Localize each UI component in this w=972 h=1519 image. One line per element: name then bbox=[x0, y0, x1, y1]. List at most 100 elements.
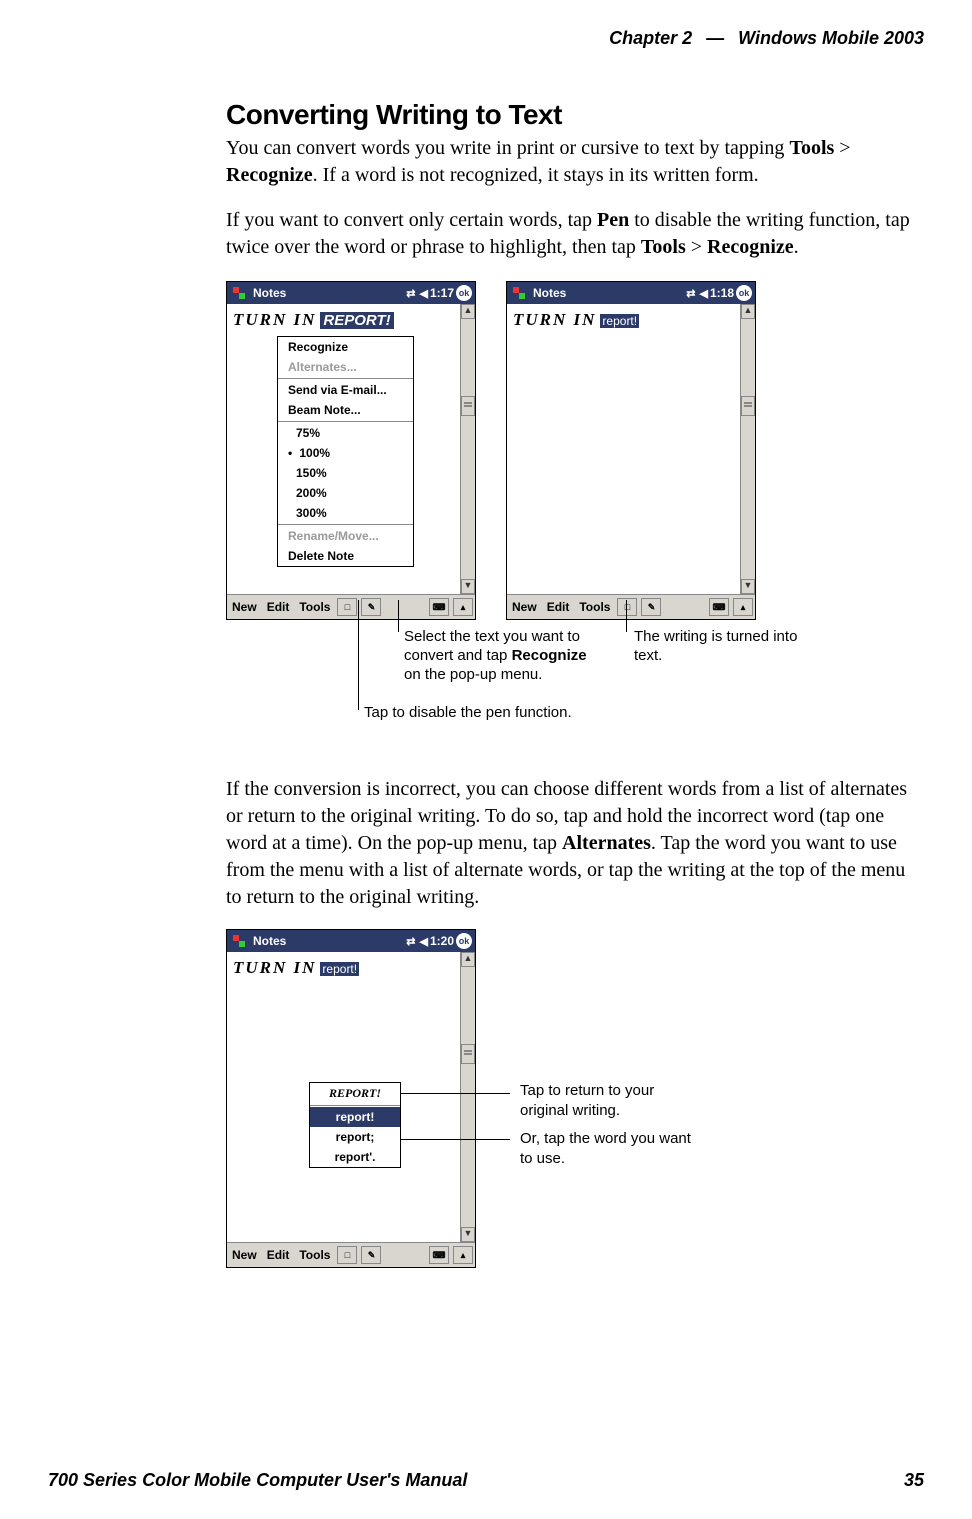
titlebar: Notes ⇄ ◀ 1:20 ok bbox=[227, 930, 475, 952]
connectivity-icon[interactable]: ⇄ bbox=[686, 287, 695, 300]
scroll-down-icon[interactable]: ▼ bbox=[461, 1227, 475, 1242]
ok-button[interactable]: ok bbox=[456, 285, 472, 301]
speaker-icon[interactable]: ◀ bbox=[420, 287, 428, 300]
menu-zoom-300[interactable]: 300% bbox=[278, 503, 413, 523]
menu-alternates: Alternates... bbox=[278, 357, 413, 377]
pen-icon[interactable]: ✎ bbox=[361, 1246, 381, 1264]
menu-tools[interactable]: Tools bbox=[574, 600, 615, 614]
callout-line bbox=[626, 600, 627, 632]
paragraph-3: If the conversion is incorrect, you can … bbox=[226, 776, 924, 911]
scroll-thumb[interactable] bbox=[461, 396, 475, 416]
keyboard-icon[interactable]: ⌨ bbox=[709, 598, 729, 616]
record-icon[interactable]: □ bbox=[617, 598, 637, 616]
start-icon[interactable] bbox=[231, 933, 249, 949]
menu-zoom-200[interactable]: 200% bbox=[278, 483, 413, 503]
mdash: — bbox=[706, 28, 724, 49]
paragraph-1: You can convert words you write in print… bbox=[226, 135, 924, 189]
chapter-label: Chapter 2 bbox=[609, 28, 692, 49]
note-canvas[interactable]: TURN IN REPORT! Recognize Alternates... … bbox=[227, 304, 475, 594]
converted-text[interactable]: report! bbox=[320, 962, 359, 976]
callout-line bbox=[358, 600, 359, 710]
pen-icon[interactable]: ✎ bbox=[361, 598, 381, 616]
menu-delete-note[interactable]: Delete Note bbox=[278, 546, 413, 566]
device-screenshot-2: Notes ⇄ ◀ 1:18 ok TURN IN report! ▲ ▼ bbox=[506, 281, 756, 620]
alt-option-1[interactable]: report! bbox=[310, 1107, 400, 1127]
device-screenshot-1: Notes ⇄ ◀ 1:17 ok TURN IN REPORT! Recogn… bbox=[226, 281, 476, 620]
start-icon[interactable] bbox=[231, 285, 249, 301]
scrollbar[interactable]: ▲ ▼ bbox=[460, 304, 475, 594]
menu-tools[interactable]: Tools bbox=[294, 1248, 335, 1262]
start-icon[interactable] bbox=[511, 285, 529, 301]
page-footer: 700 Series Color Mobile Computer User's … bbox=[48, 1470, 924, 1491]
scroll-up-icon[interactable]: ▲ bbox=[461, 952, 475, 967]
handwriting-text: TURN IN bbox=[233, 310, 316, 329]
scroll-up-icon[interactable]: ▲ bbox=[461, 304, 475, 319]
running-header: Chapter 2 — Windows Mobile 2003 bbox=[48, 28, 924, 49]
note-canvas[interactable]: TURN IN report! ▲ ▼ bbox=[507, 304, 755, 594]
keyboard-icon[interactable]: ⌨ bbox=[429, 598, 449, 616]
converted-text[interactable]: report! bbox=[600, 314, 639, 328]
menu-beam-note[interactable]: Beam Note... bbox=[278, 400, 413, 420]
scroll-thumb[interactable] bbox=[741, 396, 755, 416]
menu-new[interactable]: New bbox=[227, 600, 262, 614]
callout-line bbox=[400, 1093, 510, 1094]
callout-turned-into-text: The writing is turned into text. bbox=[634, 628, 809, 666]
page-number: 35 bbox=[904, 1470, 924, 1491]
menu-edit[interactable]: Edit bbox=[262, 600, 295, 614]
alt-option-2[interactable]: report; bbox=[310, 1127, 400, 1147]
record-icon[interactable]: □ bbox=[337, 598, 357, 616]
ok-button[interactable]: ok bbox=[736, 285, 752, 301]
callout-return-original: Tap to return to your original writing. bbox=[520, 1081, 700, 1120]
callout-line bbox=[400, 1139, 510, 1140]
menu-send-email[interactable]: Send via E-mail... bbox=[278, 380, 413, 400]
alt-option-3[interactable]: report'. bbox=[310, 1147, 400, 1167]
menu-edit[interactable]: Edit bbox=[262, 1248, 295, 1262]
menu-zoom-75[interactable]: 75% bbox=[278, 423, 413, 443]
alt-original[interactable]: REPORT! bbox=[310, 1083, 400, 1104]
menu-recognize[interactable]: Recognize bbox=[278, 337, 413, 357]
command-bar: New Edit Tools □ ✎ ⌨ ▴ bbox=[507, 594, 755, 619]
note-canvas[interactable]: TURN IN report! REPORT! report! report; … bbox=[227, 952, 475, 1242]
scroll-up-icon[interactable]: ▲ bbox=[741, 304, 755, 319]
scroll-thumb[interactable] bbox=[461, 1044, 475, 1064]
clock: 1:17 bbox=[430, 286, 454, 300]
handwriting-text: TURN IN bbox=[233, 958, 316, 977]
device-screenshot-3: Notes ⇄ ◀ 1:20 ok TURN IN report! REPORT… bbox=[226, 929, 476, 1268]
callout-tap-word: Or, tap the word you want to use. bbox=[520, 1129, 700, 1168]
speaker-icon[interactable]: ◀ bbox=[700, 287, 708, 300]
alternates-menu: REPORT! report! report; report'. bbox=[309, 1082, 401, 1168]
pen-icon[interactable]: ✎ bbox=[641, 598, 661, 616]
app-title: Notes bbox=[253, 286, 286, 300]
menu-rename-move: Rename/Move... bbox=[278, 526, 413, 546]
sip-up-icon[interactable]: ▴ bbox=[733, 598, 753, 616]
section-title: Converting Writing to Text bbox=[226, 99, 924, 131]
scroll-down-icon[interactable]: ▼ bbox=[741, 579, 755, 594]
menu-zoom-150[interactable]: 150% bbox=[278, 463, 413, 483]
scroll-down-icon[interactable]: ▼ bbox=[461, 579, 475, 594]
ok-button[interactable]: ok bbox=[456, 933, 472, 949]
sip-up-icon[interactable]: ▴ bbox=[453, 1246, 473, 1264]
connectivity-icon[interactable]: ⇄ bbox=[406, 935, 415, 948]
speaker-icon[interactable]: ◀ bbox=[420, 935, 428, 948]
keyboard-icon[interactable]: ⌨ bbox=[429, 1246, 449, 1264]
sip-up-icon[interactable]: ▴ bbox=[453, 598, 473, 616]
record-icon[interactable]: □ bbox=[337, 1246, 357, 1264]
titlebar: Notes ⇄ ◀ 1:18 ok bbox=[507, 282, 755, 304]
menu-new[interactable]: New bbox=[227, 1248, 262, 1262]
clock: 1:20 bbox=[430, 934, 454, 948]
connectivity-icon[interactable]: ⇄ bbox=[406, 287, 415, 300]
menu-new[interactable]: New bbox=[507, 600, 542, 614]
product-name: Windows Mobile 2003 bbox=[738, 28, 924, 49]
app-title: Notes bbox=[533, 286, 566, 300]
scrollbar[interactable]: ▲ ▼ bbox=[740, 304, 755, 594]
figure-2-annotations: Tap to return to your original writing. … bbox=[476, 929, 776, 1267]
manual-title: 700 Series Color Mobile Computer User's … bbox=[48, 1470, 467, 1491]
paragraph-2: If you want to convert only certain word… bbox=[226, 207, 924, 261]
scrollbar[interactable]: ▲ ▼ bbox=[460, 952, 475, 1242]
menu-tools[interactable]: Tools bbox=[294, 600, 335, 614]
selected-handwriting[interactable]: REPORT! bbox=[320, 312, 393, 329]
menu-edit[interactable]: Edit bbox=[542, 600, 575, 614]
app-title: Notes bbox=[253, 934, 286, 948]
menu-zoom-100[interactable]: • 100% bbox=[278, 443, 413, 463]
callout-recognize: Select the text you want to convert and … bbox=[404, 628, 604, 684]
